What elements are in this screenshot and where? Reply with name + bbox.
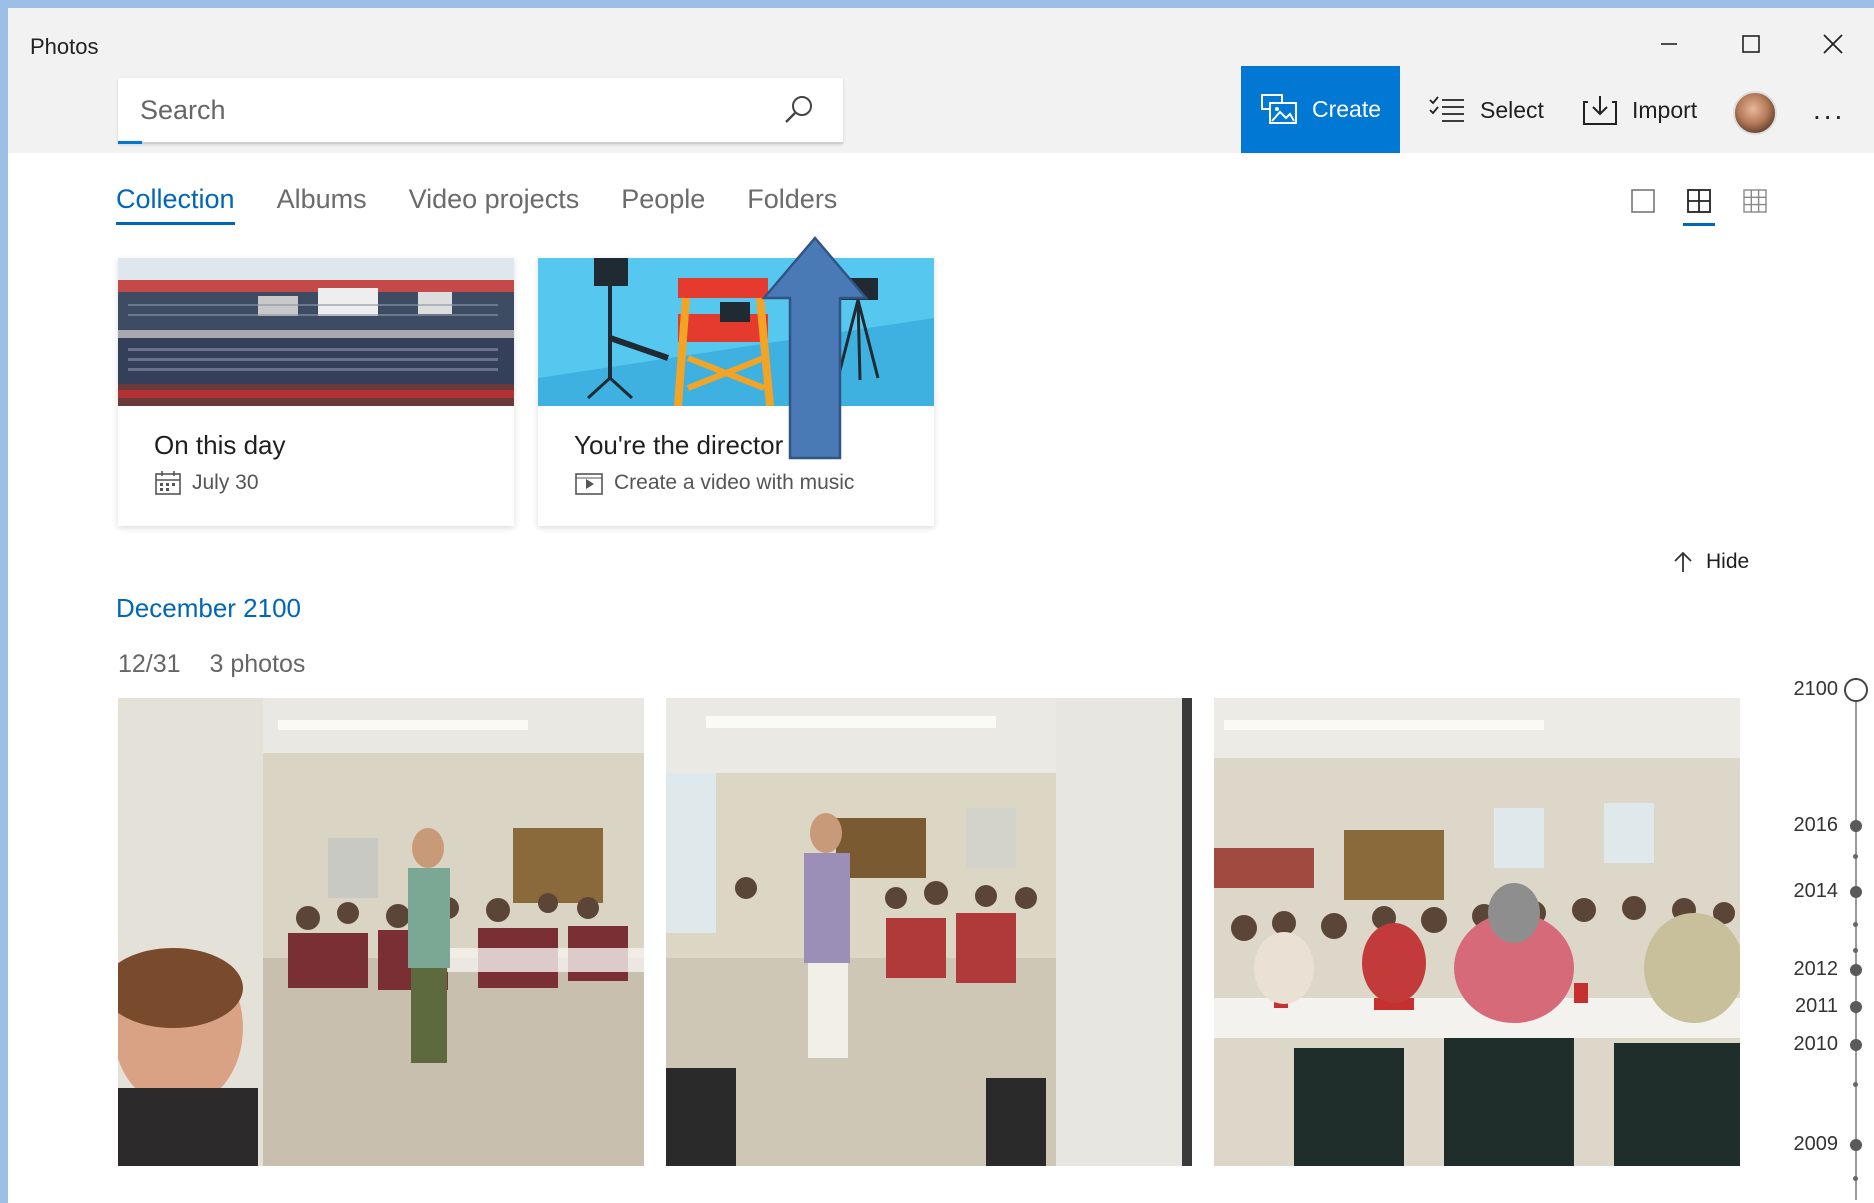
photo-thumbnail[interactable] <box>666 698 1192 1166</box>
card-title: On this day <box>154 430 286 460</box>
search-icon[interactable] <box>781 92 817 128</box>
hide-button[interactable]: Hide <box>1672 550 1749 574</box>
photos-window: Photos Search Create Select Import ... C… <box>0 0 1874 1203</box>
close-icon <box>1823 34 1843 54</box>
timeline-minor-dot <box>1853 854 1858 859</box>
timeline-year[interactable]: 2100 <box>1794 678 1839 701</box>
timeline-dot <box>1850 1001 1862 1013</box>
calendar-icon <box>155 471 181 495</box>
maximize-icon <box>1742 35 1760 53</box>
search-input[interactable] <box>140 90 740 130</box>
create-button[interactable]: Create <box>1241 66 1400 153</box>
date-label: 12/31 <box>118 650 181 678</box>
date-group-header: 12/31 3 photos <box>118 650 327 679</box>
tab-people[interactable]: People <box>621 184 705 225</box>
card-subtitle-text: July 30 <box>192 471 259 494</box>
photo-image <box>118 698 644 1166</box>
minimize-icon <box>1661 43 1677 45</box>
timeline-year[interactable]: 2016 <box>1794 814 1839 837</box>
timeline-dot <box>1850 1139 1862 1151</box>
select-label: Select <box>1480 96 1544 123</box>
more-options-button[interactable]: ... <box>1813 94 1845 126</box>
annotation-arrow-icon <box>761 236 869 460</box>
photo-image <box>666 698 1192 1166</box>
card-title: You're the director <box>574 430 784 460</box>
video-icon <box>575 473 603 495</box>
timeline-year[interactable]: 2009 <box>1794 1133 1839 1156</box>
timeline-dot <box>1850 820 1862 832</box>
maximize-button[interactable] <box>1710 16 1792 72</box>
timeline-minor-dot <box>1853 922 1858 927</box>
minimize-button[interactable] <box>1628 16 1710 72</box>
search-box[interactable] <box>118 78 843 144</box>
tab-video-projects[interactable]: Video projects <box>409 184 580 225</box>
select-icon <box>1429 96 1464 122</box>
tab-albums[interactable]: Albums <box>277 184 367 225</box>
medium-grid-icon <box>1687 189 1711 213</box>
month-heading[interactable]: December 2100 <box>116 593 301 624</box>
arrow-up-icon <box>1674 551 1692 572</box>
card-subtitle: Create a video with music <box>574 470 854 496</box>
timeline-current-marker[interactable] <box>1844 678 1868 702</box>
import-label: Import <box>1632 96 1698 123</box>
year-timeline[interactable]: 2100 2016 2014 2012 2011 2010 2009 <box>1768 668 1874 1200</box>
timeline-dot <box>1850 964 1862 976</box>
view-small-grid-button[interactable] <box>1742 188 1768 214</box>
timeline-minor-dot <box>1853 1176 1858 1181</box>
tab-folders[interactable]: Folders <box>747 184 837 225</box>
timeline-year[interactable]: 2012 <box>1794 958 1839 981</box>
select-button[interactable]: Select <box>1428 88 1544 132</box>
tab-collection[interactable]: Collection <box>116 184 235 225</box>
create-label: Create <box>1311 96 1382 122</box>
timeline-dot <box>1850 886 1862 898</box>
timeline-minor-dot <box>1853 1082 1858 1087</box>
timeline-dot <box>1850 1039 1862 1051</box>
main-tabs: Collection Albums Video projects People … <box>116 184 879 225</box>
stadium-image <box>118 258 514 406</box>
on-this-day-card[interactable]: On this day July 30 <box>118 258 514 526</box>
single-view-icon <box>1631 189 1655 213</box>
view-size-toggles <box>1630 188 1768 226</box>
hide-label: Hide <box>1706 550 1750 573</box>
timeline-year[interactable]: 2010 <box>1794 1033 1839 1056</box>
title-bar: Photos Search Create Select Import ... <box>8 8 1874 153</box>
photo-image <box>1214 698 1740 1166</box>
app-title: Photos <box>30 34 99 59</box>
timeline-minor-dot <box>1853 948 1858 953</box>
account-avatar[interactable] <box>1733 91 1777 135</box>
timeline-year[interactable]: 2014 <box>1794 880 1839 903</box>
search-focus-indicator <box>118 141 142 144</box>
import-button[interactable]: Import <box>1582 88 1697 132</box>
photo-thumbnail[interactable] <box>1214 698 1740 1166</box>
director-card[interactable]: You're the director Create a video with … <box>538 258 934 526</box>
card-subtitle: July 30 <box>154 470 259 496</box>
view-single-button[interactable] <box>1630 188 1656 214</box>
photo-thumbnail[interactable] <box>118 698 644 1166</box>
card-subtitle-text: Create a video with music <box>614 471 855 494</box>
close-button[interactable] <box>1792 16 1874 72</box>
create-icon <box>1260 93 1297 124</box>
director-illustration <box>538 258 934 406</box>
timeline-track <box>1855 690 1857 1200</box>
view-medium-grid-button[interactable] <box>1683 188 1715 226</box>
small-grid-icon <box>1743 189 1767 213</box>
window-controls <box>1628 16 1874 72</box>
timeline-year[interactable]: 2011 <box>1795 995 1838 1018</box>
photo-count: 3 photos <box>209 650 306 678</box>
import-icon <box>1583 96 1617 125</box>
